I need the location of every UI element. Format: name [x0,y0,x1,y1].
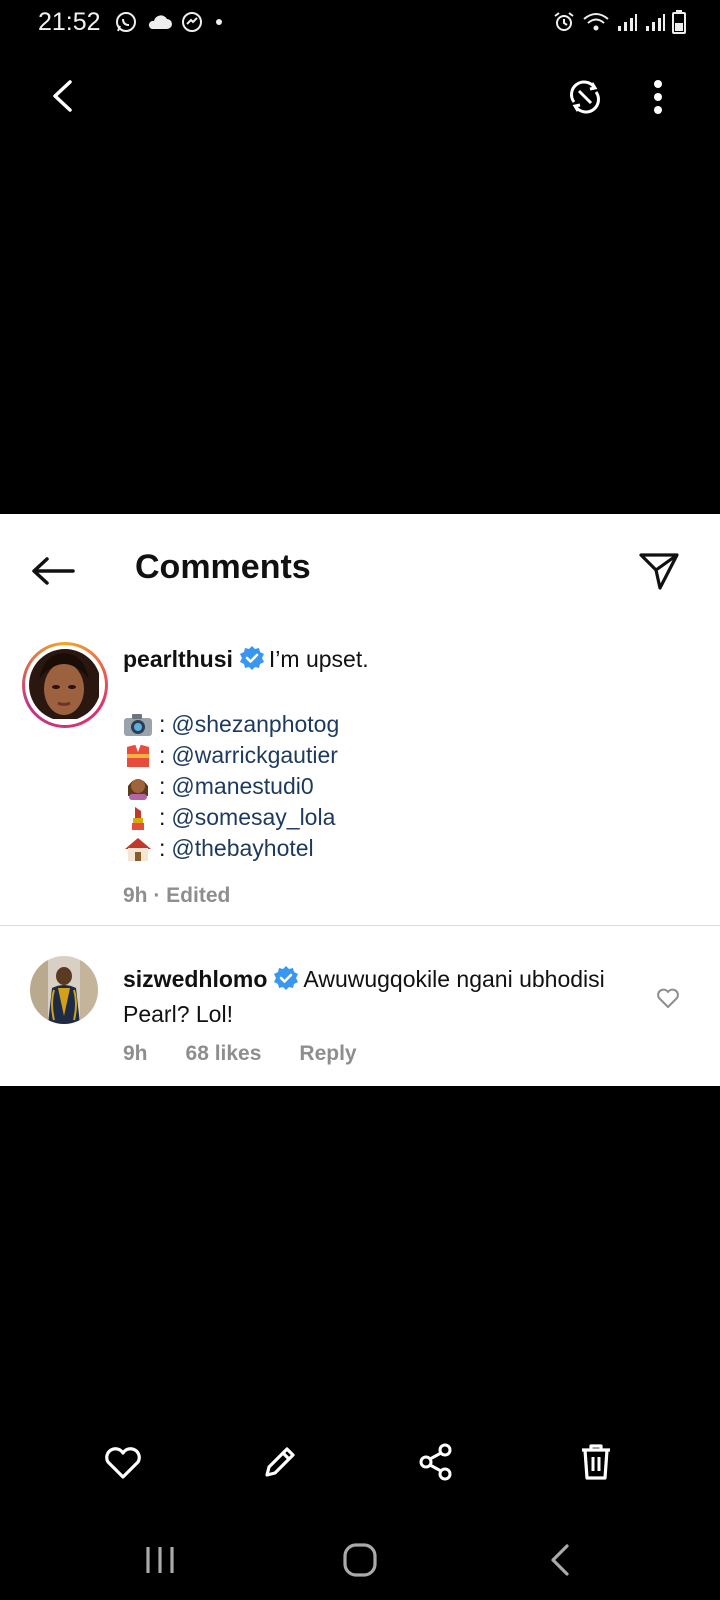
kimono-emoji-icon [123,743,153,769]
lipstick-emoji-icon [123,805,153,831]
commenter-avatar[interactable] [30,956,98,1024]
verified-badge-icon [273,965,299,999]
trash-icon [582,1444,610,1480]
whatsapp-icon [116,12,136,32]
gallery-actions [0,1420,720,1500]
mention-link[interactable]: @thebayhotel [171,833,313,864]
heart-icon [657,988,679,1008]
recents-button[interactable] [140,1540,180,1580]
profile-photo [30,956,98,1024]
comments-header: Comments [0,514,720,624]
back-icon [551,1544,569,1576]
comment-text-block: sizwedhlomo Awuwugqokile ngani ubhodisi P… [123,964,643,1030]
system-nav-bar [0,1520,720,1600]
comment-username[interactable]: sizwedhlomo [123,966,267,992]
comment-time: 9h [123,1042,148,1065]
house-emoji-icon [123,836,153,862]
post-caption-text: I’m upset. [268,646,369,672]
cloud-icon [148,15,172,29]
signal-icon [618,14,637,31]
post-text: pearlthusi I’m upset. : @shezanphotog : @… [123,644,683,911]
list-item: : @warrickgautier [123,740,683,771]
comments-title: Comments [135,548,311,586]
list-item: : @somesay_lola [123,802,683,833]
wifi-icon [583,13,609,31]
pencil-icon [265,1447,295,1477]
mention-link[interactable]: @shezanphotog [171,709,339,740]
mention-link[interactable]: @somesay_lola [171,802,335,833]
comment-like-button[interactable] [655,986,681,1010]
viewer-back-button[interactable] [40,74,84,118]
messenger-icon [182,12,202,32]
credits-list: : @shezanphotog : @warrickgautier : @man… [123,709,683,864]
alarm-icon [554,12,574,31]
chevron-left-icon [53,80,72,112]
post-username[interactable]: pearlthusi [123,646,233,672]
delete-button[interactable] [574,1440,618,1484]
comments-screenshot: Comments pearlthusi I’m upset.: @shezan… [0,514,720,1086]
home-icon [343,1543,377,1577]
reply-button[interactable]: Reply [299,1042,356,1066]
list-item: : @thebayhotel [123,833,683,864]
post-meta: 9h · Edited [123,884,231,907]
list-item: : @manestudi0 [123,771,683,802]
more-options-button[interactable] [640,74,676,120]
status-bar: 21:52 [0,0,720,46]
signal-icon [646,14,665,31]
status-time: 21:52 [38,8,101,36]
list-item: : @shezanphotog [123,709,683,740]
share-button[interactable] [414,1440,458,1484]
post-caption: pearlthusi I’m upset. : @shezanphotog : @… [0,624,720,908]
rotate-icon [570,80,600,114]
dot-icon [216,19,222,25]
share-icon [419,1443,452,1481]
rotate-button[interactable] [562,74,608,120]
verified-badge-icon [239,645,265,679]
camera-emoji-icon [123,712,153,738]
heart-icon [105,1447,141,1479]
comment-item: sizwedhlomo Awuwugqokile ngani ubhodisi P… [0,926,720,1086]
mention-link[interactable]: @warrickgautier [171,740,338,771]
paper-plane-icon [639,553,679,590]
battery-icon [672,10,686,34]
system-back-button[interactable] [540,1540,580,1580]
haircut-emoji-icon [123,774,153,800]
recents-icon [146,1547,174,1573]
avatar[interactable] [22,642,108,728]
system-icons [552,10,686,34]
send-button[interactable] [636,550,682,592]
viewer-toolbar [0,60,720,140]
favorite-button[interactable] [100,1440,146,1484]
mention-link[interactable]: @manestudi0 [171,771,313,802]
home-button[interactable] [340,1540,380,1580]
comments-back-button[interactable] [30,554,76,588]
notification-icons [114,10,226,34]
comment-meta: 9h 68 likes Reply [123,1042,395,1066]
comment-likes[interactable]: 68 likes [186,1042,262,1066]
more-vertical-icon [654,80,662,114]
edit-button[interactable] [258,1440,302,1484]
profile-photo [29,649,99,719]
arrow-left-icon [32,557,75,585]
